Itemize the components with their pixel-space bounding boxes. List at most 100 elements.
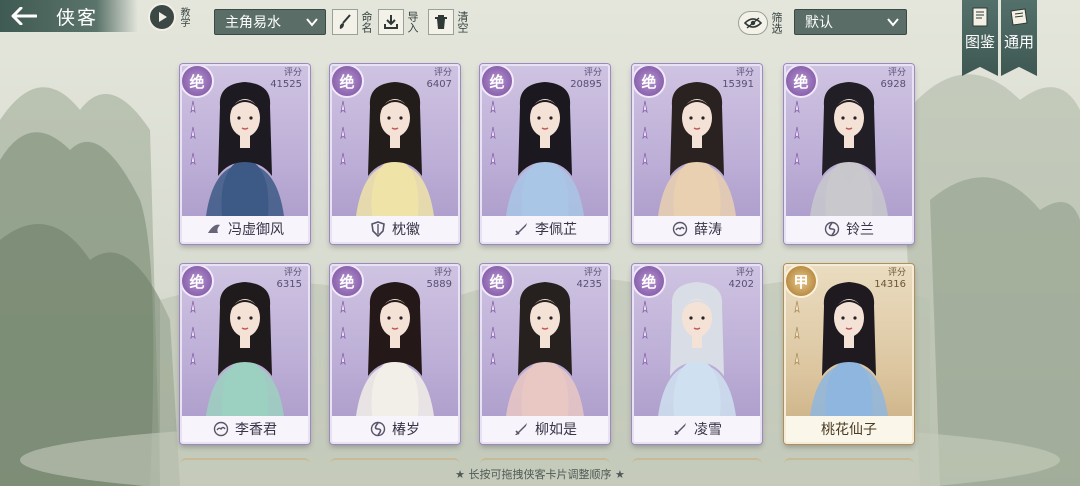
page-title: 侠客 bbox=[56, 6, 99, 29]
hero-card[interactable]: 绝 评分 6928 铃兰 bbox=[784, 64, 914, 244]
brush-icon bbox=[332, 9, 358, 35]
score-label: 评分 bbox=[433, 268, 452, 278]
score-value: 41525 bbox=[270, 79, 302, 90]
hero-name: 铃兰 bbox=[846, 222, 874, 238]
score-label: 评分 bbox=[735, 68, 754, 78]
score-label: 评分 bbox=[283, 68, 302, 78]
drag-hint-text: ★ 长按可拖拽侠客卡片调整顺序 ★ bbox=[455, 468, 625, 481]
hero-name-bar: 薛涛 bbox=[634, 216, 760, 242]
star-column bbox=[186, 100, 202, 178]
import-label: 导入 bbox=[406, 11, 419, 33]
score-label: 评分 bbox=[887, 68, 906, 78]
feather-star-icon bbox=[490, 152, 496, 166]
hero-card[interactable]: 甲 评分 14316 桃花仙子 bbox=[784, 264, 914, 444]
hero-name-bar: 凌雪 bbox=[634, 416, 760, 442]
sword-icon bbox=[515, 423, 527, 435]
hero-name-bar: 铃兰 bbox=[786, 216, 912, 242]
star-column bbox=[790, 300, 806, 378]
hero-name: 李佩芷 bbox=[535, 222, 577, 238]
hero-card[interactable]: 绝 评分 20895 李佩芷 bbox=[480, 64, 610, 244]
feather-star-icon bbox=[642, 126, 648, 140]
codex-banner[interactable]: 图鉴 bbox=[962, 0, 998, 76]
grade-badge: 绝 bbox=[634, 266, 666, 298]
score-label: 评分 bbox=[735, 268, 754, 278]
hero-name-bar: 李香君 bbox=[182, 416, 308, 442]
sword-icon bbox=[515, 223, 527, 235]
hero-name: 枕徽 bbox=[392, 222, 420, 238]
hero-card[interactable]: 绝 评分 4235 柳如是 bbox=[480, 264, 610, 444]
hero-name-bar: 桃花仙子 bbox=[786, 416, 912, 442]
clear-button[interactable]: 清空 bbox=[428, 7, 469, 37]
feather-star-icon bbox=[794, 100, 800, 114]
score-block: 评分 4235 bbox=[577, 268, 602, 290]
back-tab[interactable]: 侠客 bbox=[0, 0, 138, 32]
hero-card[interactable]: 绝 评分 4202 凌雪 bbox=[632, 264, 762, 444]
feather-star-icon bbox=[794, 326, 800, 340]
sword-icon bbox=[674, 423, 686, 435]
feather-star-icon bbox=[794, 352, 800, 366]
hero-name-bar: 李佩芷 bbox=[482, 216, 608, 242]
scroll-icon bbox=[1010, 8, 1028, 26]
feather-star-icon bbox=[490, 352, 496, 366]
feather-star-icon bbox=[190, 152, 196, 166]
score-label: 评分 bbox=[583, 268, 602, 278]
feather-star-icon bbox=[642, 326, 648, 340]
feather-star-icon bbox=[490, 300, 496, 314]
score-value: 6928 bbox=[880, 79, 906, 90]
hero-card[interactable]: 绝 评分 6407 枕徽 bbox=[330, 64, 460, 244]
feather-star-icon bbox=[490, 100, 496, 114]
tutorial-label: 教学 bbox=[178, 7, 189, 27]
hero-card[interactable]: 绝 评分 41525 冯虚御风 bbox=[180, 64, 310, 244]
grade-badge: 绝 bbox=[482, 66, 514, 98]
feather-star-icon bbox=[190, 352, 196, 366]
score-value: 15391 bbox=[722, 79, 754, 90]
feather-star-icon bbox=[190, 100, 196, 114]
hero-card[interactable]: 绝 评分 15391 薛涛 bbox=[632, 64, 762, 244]
feather-star-icon bbox=[642, 352, 648, 366]
sort-dropdown[interactable]: 默认 bbox=[794, 9, 907, 35]
score-block: 评分 6928 bbox=[881, 68, 906, 90]
grade-badge: 绝 bbox=[634, 66, 666, 98]
score-label: 评分 bbox=[433, 68, 452, 78]
back-arrow-icon[interactable] bbox=[8, 2, 40, 30]
wing-icon bbox=[208, 224, 220, 233]
sort-dropdown-value: 默认 bbox=[805, 15, 833, 31]
score-value: 4202 bbox=[728, 279, 754, 290]
import-button[interactable]: 导入 bbox=[378, 7, 419, 37]
score-block: 评分 14316 bbox=[874, 268, 906, 290]
protagonist-dropdown-value: 主角易水 bbox=[225, 15, 281, 31]
feather-star-icon bbox=[190, 126, 196, 140]
book-icon bbox=[972, 7, 988, 27]
hero-name-bar: 椿岁 bbox=[332, 416, 458, 442]
grade-badge: 绝 bbox=[482, 266, 514, 298]
score-value: 20895 bbox=[570, 79, 602, 90]
hero-card[interactable]: 绝 评分 5889 椿岁 bbox=[330, 264, 460, 444]
general-banner[interactable]: 通用 bbox=[1001, 0, 1037, 76]
grade-badge: 绝 bbox=[182, 66, 214, 98]
score-value: 5889 bbox=[426, 279, 452, 290]
score-block: 评分 4202 bbox=[729, 268, 754, 290]
grade-badge: 绝 bbox=[182, 266, 214, 298]
hero-card[interactable]: 绝 评分 6315 李香君 bbox=[180, 264, 310, 444]
star-column bbox=[336, 300, 352, 378]
feather-star-icon bbox=[340, 100, 346, 114]
swirl-icon bbox=[824, 221, 840, 237]
star-column bbox=[336, 100, 352, 178]
filter-button[interactable]: 筛选 bbox=[738, 9, 783, 37]
hero-name: 椿岁 bbox=[392, 422, 420, 438]
feather-star-icon bbox=[340, 326, 346, 340]
grade-badge: 甲 bbox=[786, 266, 818, 298]
hero-name: 李香君 bbox=[235, 422, 277, 438]
hero-name: 柳如是 bbox=[535, 422, 577, 438]
cloud-icon bbox=[672, 221, 688, 237]
tutorial-button[interactable]: 教学 bbox=[148, 2, 192, 32]
filter-label: 筛选 bbox=[770, 12, 783, 34]
star-column bbox=[486, 100, 502, 178]
feather-star-icon bbox=[642, 100, 648, 114]
rename-button[interactable]: 命名 bbox=[332, 7, 373, 37]
protagonist-dropdown[interactable]: 主角易水 bbox=[214, 9, 326, 35]
hero-name: 冯虚御风 bbox=[228, 222, 284, 238]
hero-name: 薛涛 bbox=[694, 222, 722, 238]
feather-star-icon bbox=[340, 300, 346, 314]
star-column bbox=[486, 300, 502, 378]
